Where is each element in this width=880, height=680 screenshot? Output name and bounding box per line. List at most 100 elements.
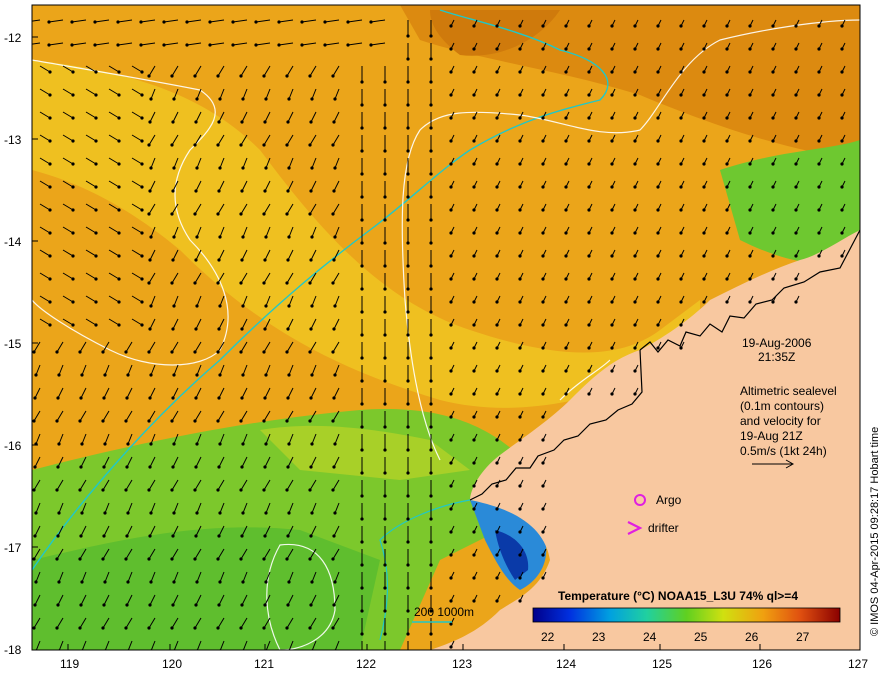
velocity-arrow-head <box>323 20 327 24</box>
lat-tick: -12 <box>4 31 22 45</box>
velocity-arrow-head <box>360 425 364 429</box>
lon-tick: 119 <box>60 657 79 671</box>
velocity-arrow-head <box>541 185 545 189</box>
velocity-arrow-head <box>518 323 522 327</box>
velocity-arrow-head <box>472 553 476 557</box>
velocity-arrow-head <box>564 346 568 350</box>
velocity-arrow-head <box>147 350 151 354</box>
velocity-arrow-head <box>309 120 313 124</box>
velocity-arrow-head <box>495 392 499 396</box>
velocity-arrow-head <box>679 231 683 235</box>
velocity-arrow-head <box>518 208 522 212</box>
velocity-arrow-head <box>610 162 614 166</box>
velocity-arrow-head <box>840 139 844 143</box>
velocity-arrow-head <box>193 350 197 354</box>
velocity-arrow-head <box>194 603 198 607</box>
velocity-arrow-head <box>170 557 174 561</box>
velocity-arrow-head <box>817 208 821 212</box>
velocity-arrow-head <box>195 304 199 308</box>
velocity-arrow-head <box>170 212 174 216</box>
velocity-arrow-head <box>406 402 410 406</box>
velocity-arrow-head <box>79 603 83 607</box>
velocity-arrow-head <box>262 74 266 78</box>
velocity-arrow-head <box>564 162 568 166</box>
velocity-arrow-head <box>472 323 476 327</box>
velocity-arrow-head <box>383 241 387 245</box>
velocity-arrow-head <box>383 494 387 498</box>
velocity-arrow-head <box>518 415 522 419</box>
velocity-arrow-head <box>725 93 729 97</box>
velocity-arrow-head <box>472 254 476 258</box>
velocity-arrow-head <box>240 465 244 469</box>
velocity-arrow-head <box>218 97 222 101</box>
velocity-arrow-head <box>610 300 614 304</box>
velocity-arrow-head <box>103 580 107 584</box>
velocity-arrow-head <box>679 139 683 143</box>
velocity-arrow-head <box>231 43 235 47</box>
velocity-arrow-head <box>287 235 291 239</box>
velocity-arrow-head <box>149 511 153 515</box>
velocity-arrow-head <box>308 350 312 354</box>
velocity-arrow-head <box>541 24 545 28</box>
velocity-arrow-head <box>101 626 105 630</box>
velocity-arrow-head <box>429 149 433 153</box>
velocity-arrow-head <box>172 97 176 101</box>
velocity-arrow-head <box>80 580 84 584</box>
velocity-arrow-head <box>406 655 409 658</box>
velocity-arrow-head <box>541 369 545 373</box>
velocity-arrow-head <box>71 162 75 166</box>
velocity-arrow-head <box>117 70 121 74</box>
velocity-arrow-head <box>240 120 244 124</box>
velocity-arrow-head <box>331 626 335 630</box>
velocity-arrow-head <box>472 24 476 28</box>
velocity-arrow-head <box>360 632 364 636</box>
velocity-arrow-head <box>383 264 387 268</box>
velocity-arrow-head <box>172 304 176 308</box>
velocity-arrow-head <box>610 24 614 28</box>
velocity-arrow-head <box>449 599 453 603</box>
velocity-arrow-head <box>332 258 336 262</box>
velocity-arrow-head <box>218 373 222 377</box>
velocity-arrow-head <box>429 540 433 544</box>
velocity-arrow-head <box>495 185 499 189</box>
velocity-arrow-head <box>310 235 314 239</box>
velocity-arrow-head <box>48 208 52 212</box>
velocity-arrow-head <box>429 494 433 498</box>
velocity-arrow-head <box>149 97 153 101</box>
velocity-arrow-head <box>208 43 212 47</box>
velocity-arrow-head <box>633 208 637 212</box>
velocity-arrow-head <box>71 300 75 304</box>
velocity-arrow-head <box>332 603 336 607</box>
velocity-arrow-head <box>55 488 59 492</box>
velocity-arrow-head <box>429 287 433 291</box>
velocity-arrow-head <box>193 212 197 216</box>
velocity-arrow-head <box>286 465 290 469</box>
velocity-arrow-head <box>171 327 175 331</box>
velocity-arrow-head <box>240 327 244 331</box>
velocity-arrow-head <box>241 373 245 377</box>
velocity-arrow-head <box>241 304 245 308</box>
velocity-arrow-head <box>679 70 683 74</box>
velocity-arrow-head <box>702 208 706 212</box>
velocity-arrow-head <box>679 323 683 327</box>
velocity-arrow-head <box>262 212 266 216</box>
velocity-arrow-head <box>472 346 476 350</box>
velocity-arrow-head <box>194 258 198 262</box>
velocity-arrow-head <box>286 534 290 538</box>
velocity-arrow-head <box>117 139 121 143</box>
velocity-arrow-head <box>262 488 266 492</box>
velocity-arrow-head <box>309 603 313 607</box>
velocity-arrow-head <box>656 116 660 120</box>
velocity-arrow-head <box>771 47 775 51</box>
velocity-arrow-head <box>518 300 522 304</box>
velocity-arrow-head <box>633 392 637 396</box>
velocity-arrow-head <box>472 277 476 281</box>
velocity-arrow-head <box>406 333 410 337</box>
velocity-arrow-head <box>633 346 637 350</box>
velocity-arrow-head <box>725 24 729 28</box>
velocity-arrow-head <box>262 557 266 561</box>
velocity-arrow-head <box>140 300 144 304</box>
velocity-arrow-head <box>78 488 82 492</box>
velocity-arrow-head <box>264 442 268 446</box>
velocity-arrow-head <box>149 235 153 239</box>
